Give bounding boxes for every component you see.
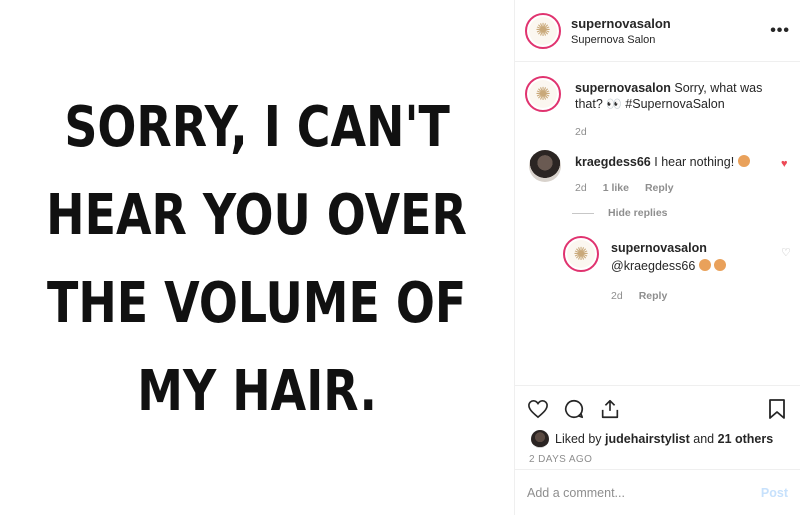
avatar[interactable]: ✺ [525,12,561,49]
grinning-face-emoji-icon [714,259,727,271]
caption: ✺ supernovasalon Sorry, what was that? 👀… [525,76,775,140]
liked-by-prefix: Liked by [555,432,602,446]
liked-by-connector: and [693,432,715,446]
bookmark-icon[interactable] [766,398,788,420]
image-text-line-3: THE VOLUME OF [47,270,467,336]
image-text-line-2: HEAR YOU OVER [46,182,468,248]
post-side-panel: ✺ supernovasalon Supernova Salon ••• ✺ s… [515,0,800,515]
likes-summary: Liked by judehairstylist and 21 others [531,430,773,448]
salon-logo-icon: ✺ [567,240,595,268]
liked-by-user[interactable]: judehairstylist [605,432,690,446]
grinning-face-emoji-icon [737,155,750,167]
header-username[interactable]: supernovasalon [571,16,671,31]
heart-outline-icon[interactable] [527,398,549,420]
comment-username[interactable]: kraegdess66 [575,155,651,169]
share-icon[interactable] [599,398,621,420]
heart-filled-icon[interactable]: ♥ [781,158,788,170]
heart-outline-icon[interactable]: ♡ [781,246,791,259]
header-location[interactable]: Supernova Salon [571,34,671,46]
grinning-face-emoji-icon [698,259,711,271]
comment-likes[interactable]: 1 like [603,180,629,196]
avatar[interactable] [529,150,561,182]
reply: ✺ supernovasalon @kraegdess66 2d Reply [563,236,761,304]
reply-button[interactable]: Reply [639,288,668,304]
reply-username[interactable]: supernovasalon [611,240,761,256]
comment-age[interactable]: 2d [575,180,587,196]
comment-text: I hear nothing! [654,155,735,169]
avatar[interactable]: ✺ [525,76,561,112]
post-header: ✺ supernovasalon Supernova Salon ••• [515,0,800,62]
divider [572,212,594,214]
reply-button[interactable]: Reply [645,180,674,196]
hide-replies-label: Hide replies [608,207,668,219]
comments-section: ✺ supernovasalon Sorry, what was that? 👀… [515,62,800,385]
post-image[interactable]: SORRY, I CAN'T HEAR YOU OVER THE VOLUME … [0,0,515,515]
hide-replies-button[interactable]: Hide replies [572,207,668,219]
reply-text[interactable]: @kraegdess66 [611,259,695,273]
more-options-icon[interactable]: ••• [770,22,790,40]
post-timestamp[interactable]: 2 DAYS AGO [529,454,592,465]
post-button[interactable]: Post [761,486,788,500]
caption-age[interactable]: 2d [575,124,587,140]
avatar[interactable] [531,430,549,448]
salon-logo-icon: ✺ [529,80,557,108]
reply-age[interactable]: 2d [611,288,623,304]
post-actions: Liked by judehairstylist and 21 others 2… [515,385,800,515]
comment-bubble-icon[interactable] [563,398,585,420]
comment-input[interactable] [527,485,761,500]
liked-by-others[interactable]: 21 others [718,432,774,446]
avatar[interactable]: ✺ [563,236,599,272]
image-text-line-4: MY HAIR. [137,358,377,424]
salon-logo-icon: ✺ [529,16,557,45]
caption-username[interactable]: supernovasalon [575,81,671,95]
instagram-post: SORRY, I CAN'T HEAR YOU OVER THE VOLUME … [0,0,800,515]
image-text-line-1: SORRY, I CAN'T [64,94,450,160]
comment: kraegdess66 I hear nothing! 2d 1 like Re… [529,150,755,196]
add-comment-bar: Post [515,469,800,515]
